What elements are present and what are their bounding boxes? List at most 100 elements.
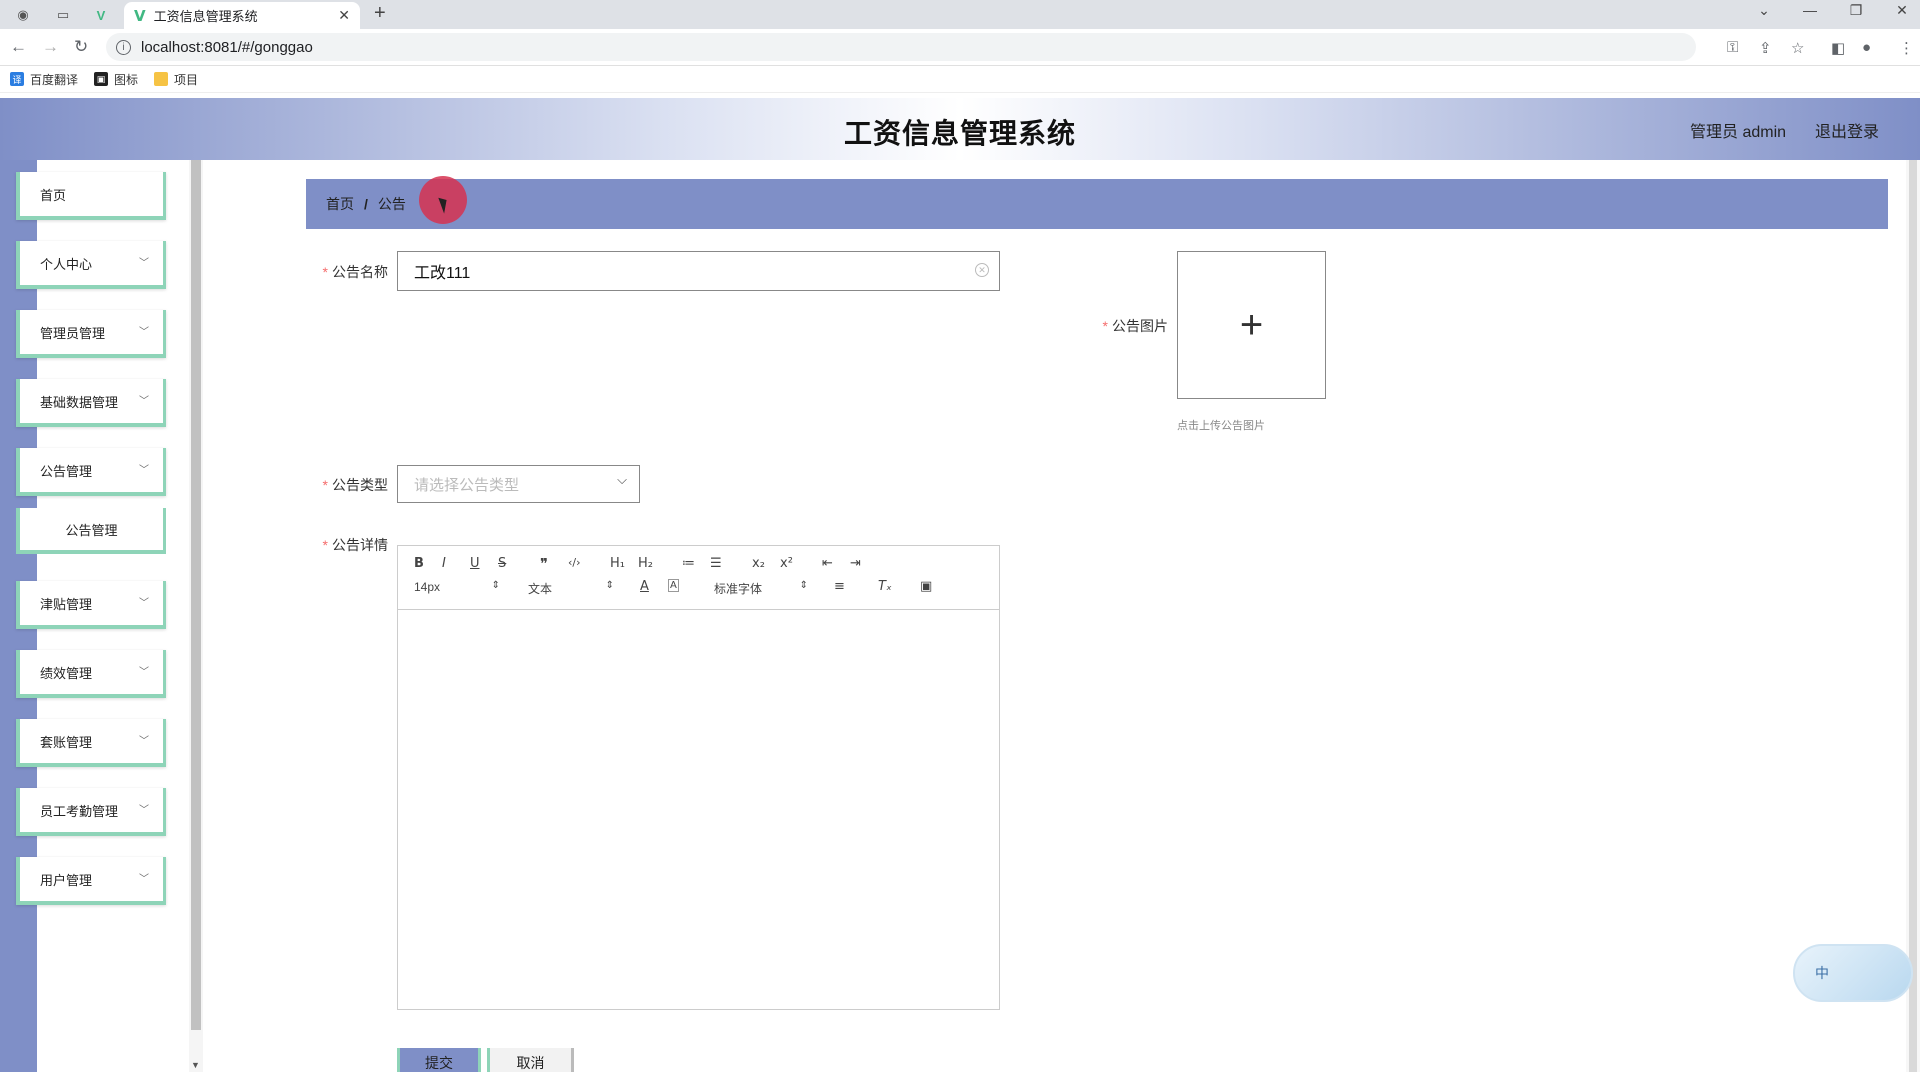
- image-icon: ▣: [94, 72, 109, 86]
- font-family-select[interactable]: 标准字体 ⇕: [714, 580, 808, 597]
- breadcrumb-current: 公告: [377, 196, 406, 212]
- close-window-button[interactable]: ✕: [1882, 2, 1920, 19]
- bookmark-project[interactable]: 项目: [154, 71, 198, 88]
- subscript-icon[interactable]: x₂: [752, 556, 765, 571]
- pinned-tab-icon[interactable]: ▭: [48, 3, 78, 27]
- restore-button[interactable]: ❐: [1836, 2, 1876, 19]
- bullet-list-icon[interactable]: ☰: [710, 556, 722, 571]
- scrollbar-thumb[interactable]: [191, 160, 201, 1030]
- blockquote-icon[interactable]: ❞: [540, 555, 548, 573]
- sidebar-item-admin-management[interactable]: 管理员管理 ﹀: [16, 310, 166, 358]
- vue-tab-icon[interactable]: V: [86, 3, 116, 27]
- updown-icon: ⇕: [491, 580, 500, 591]
- sidebar-item-label: 用户管理: [40, 872, 93, 888]
- notice-name-value: 工改111: [414, 265, 471, 282]
- ime-widget[interactable]: 中: [1793, 944, 1913, 1002]
- browser-tab-bar: ◉ ▭ V V 工资信息管理系统 ✕ + ⌄ — ❐ ✕: [0, 0, 1920, 29]
- code-block-icon[interactable]: ‹/›: [568, 556, 581, 569]
- scrollbar-thumb[interactable]: [1909, 160, 1917, 1072]
- cancel-button[interactable]: 取消: [487, 1048, 574, 1072]
- close-tab-icon[interactable]: ✕: [338, 7, 350, 24]
- notice-type-select[interactable]: 请选择公告类型 ⌵: [397, 465, 640, 503]
- forward-icon[interactable]: →: [42, 37, 59, 57]
- key-icon[interactable]: ⚿: [1727, 39, 1738, 56]
- submit-button[interactable]: 提交: [397, 1048, 481, 1072]
- scroll-down-icon[interactable]: ▼: [191, 1060, 200, 1070]
- sidebar-item-label: 基础数据管理: [40, 394, 119, 410]
- pinned-tab-icon[interactable]: ◉: [8, 3, 38, 27]
- upload-hint: 点击上传公告图片: [1177, 420, 1265, 432]
- bookmark-label: 图标: [114, 72, 139, 87]
- sidebar-scrollbar[interactable]: ▼: [189, 160, 203, 1072]
- heading-1-icon[interactable]: H₁: [610, 556, 625, 571]
- minimize-button[interactable]: —: [1790, 2, 1830, 18]
- indent-icon[interactable]: ⇥: [850, 556, 861, 571]
- plus-icon: +: [1239, 302, 1264, 347]
- sidebar-item-label: 首页: [40, 187, 67, 203]
- admin-label: 管理员 admin: [1690, 124, 1787, 141]
- side-panel-icon[interactable]: ◧: [1831, 39, 1845, 57]
- sidebar-item-allowance[interactable]: 津贴管理 ﹀: [16, 581, 166, 629]
- bookmark-baidu-translate[interactable]: 译 百度翻译: [10, 71, 78, 88]
- ordered-list-icon[interactable]: ≔: [682, 556, 695, 571]
- breadcrumb-home[interactable]: 首页: [326, 194, 354, 214]
- sidebar-item-user-management[interactable]: 用户管理 ﹀: [16, 857, 166, 905]
- bold-icon[interactable]: B: [414, 556, 424, 571]
- strikethrough-icon[interactable]: S: [498, 556, 506, 571]
- folder-icon: [154, 72, 169, 86]
- sidebar-item-personal-center[interactable]: 个人中心 ﹀: [16, 241, 166, 289]
- share-icon[interactable]: ⇪: [1759, 39, 1772, 57]
- header-value: 文本: [528, 582, 553, 596]
- sidebar-item-notice-management[interactable]: 公告管理 ﹀: [16, 448, 166, 496]
- sidebar-item-performance[interactable]: 绩效管理 ﹀: [16, 650, 166, 698]
- sidebar-item-label: 津贴管理: [40, 596, 93, 612]
- required-marker: *: [322, 537, 328, 553]
- address-bar-row: ← → ↻ i localhost:8081/#/gonggao ⚿ ⇪ ☆ ◧…: [0, 29, 1920, 66]
- notice-name-label: * 公告名称: [316, 262, 388, 282]
- italic-icon[interactable]: I: [442, 556, 446, 571]
- editor-content-area[interactable]: [398, 611, 999, 1009]
- bookmark-icons[interactable]: ▣ 图标: [94, 71, 138, 88]
- tab-search-icon[interactable]: ⌄: [1744, 2, 1784, 19]
- background-color-icon[interactable]: A: [668, 579, 679, 592]
- site-info-icon[interactable]: i: [116, 39, 131, 55]
- font-color-icon[interactable]: A: [640, 579, 649, 594]
- required-marker: *: [322, 477, 328, 493]
- font-size-select[interactable]: 14px ⇕: [414, 580, 500, 594]
- star-icon[interactable]: ☆: [1791, 39, 1804, 57]
- breadcrumb-separator: /: [364, 196, 368, 212]
- notice-name-input[interactable]: 工改111 ✕: [397, 251, 1000, 291]
- new-tab-button[interactable]: +: [374, 2, 386, 25]
- align-icon[interactable]: ≡: [834, 579, 845, 594]
- sidebar-subitem-notice-management[interactable]: 公告管理: [16, 508, 166, 554]
- label-text: 公告类型: [332, 477, 388, 493]
- sidebar-item-basic-data[interactable]: 基础数据管理 ﹀: [16, 379, 166, 427]
- clear-format-icon[interactable]: Tₓ: [878, 579, 892, 594]
- editor-toolbar: B I U S ❞ ‹/› H₁ H₂ ≔ ☰ x₂ x² ⇤ ⇥ 14px ⇕…: [398, 546, 999, 610]
- reload-icon[interactable]: ↻: [74, 37, 88, 57]
- bookmark-label: 项目: [174, 72, 199, 87]
- image-upload-box[interactable]: +: [1177, 251, 1326, 399]
- sidebar-item-home[interactable]: 首页: [16, 172, 166, 220]
- sidebar-item-account-set[interactable]: 套账管理 ﹀: [16, 719, 166, 767]
- image-icon[interactable]: ▣: [920, 579, 932, 594]
- menu-dots-icon[interactable]: ⋮: [1899, 39, 1914, 57]
- url-bar[interactable]: i localhost:8081/#/gonggao: [106, 33, 1696, 61]
- sidebar-item-label: 绩效管理: [40, 665, 93, 681]
- page-scrollbar[interactable]: [1906, 160, 1920, 1072]
- sidebar-item-label: 公告管理: [65, 522, 118, 538]
- superscript-icon[interactable]: x²: [780, 556, 793, 571]
- underline-icon[interactable]: U: [470, 556, 480, 571]
- notice-detail-label: * 公告详情: [316, 535, 388, 555]
- back-icon[interactable]: ←: [10, 37, 27, 57]
- profile-icon[interactable]: ●: [1862, 39, 1871, 56]
- heading-2-icon[interactable]: H₂: [638, 556, 653, 571]
- rich-text-editor: B I U S ❞ ‹/› H₁ H₂ ≔ ☰ x₂ x² ⇤ ⇥ 14px ⇕…: [397, 545, 1000, 1010]
- header-select[interactable]: 文本 ⇕: [528, 580, 614, 597]
- sidebar-item-attendance[interactable]: 员工考勤管理 ﹀: [16, 788, 166, 836]
- active-tab[interactable]: V 工资信息管理系统 ✕: [124, 2, 360, 29]
- clear-input-icon[interactable]: ✕: [975, 263, 989, 277]
- vue-logo-icon: V: [134, 6, 146, 25]
- outdent-icon[interactable]: ⇤: [822, 556, 833, 571]
- logout-button[interactable]: 退出登录: [1815, 118, 1879, 142]
